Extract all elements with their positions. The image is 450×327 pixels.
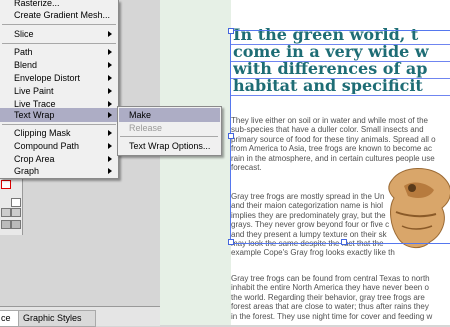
submenu-item-make[interactable]: Make (119, 108, 220, 122)
selection-bounding-box[interactable] (230, 30, 450, 244)
menu-item-envelope-distort[interactable]: Envelope Distort (0, 71, 118, 85)
menu-item-slice[interactable]: Slice (0, 27, 118, 41)
body-paragraph-3: Gray tree frogs can be found from centra… (231, 274, 450, 321)
menu-item-create-gradient-mesh[interactable]: Create Gradient Mesh... (0, 8, 118, 22)
menu-item-clipping-mask[interactable]: Clipping Mask (0, 126, 118, 140)
submenu-arrow-icon (108, 75, 112, 81)
text-line: in the forest. They use night time for c… (231, 311, 433, 321)
menu-item-blend[interactable]: Blend (0, 58, 118, 72)
menu-item-text-wrap[interactable]: Text Wrap (0, 108, 118, 122)
text-line: Gray tree frogs can be found from centra… (231, 274, 430, 283)
menu-item-graph[interactable]: Graph (0, 164, 118, 178)
bottom-palette: ce Graphic Styles (0, 306, 160, 327)
text-wrap-submenu: Make Release Text Wrap Options... (117, 106, 222, 156)
submenu-arrow-icon (108, 101, 112, 107)
object-menu: Rasterize... Create Gradient Mesh... Sli… (0, 0, 119, 179)
menu-separator (2, 124, 116, 125)
menu-separator (2, 24, 116, 25)
gradient-mode-icon[interactable] (11, 208, 21, 217)
selection-handle[interactable] (341, 239, 347, 245)
submenu-item-release: Release (129, 123, 163, 133)
color-mode-icon[interactable] (1, 208, 11, 217)
menu-item-compound-path[interactable]: Compound Path (0, 139, 118, 153)
submenu-arrow-icon (108, 143, 112, 149)
stroke-none-icon[interactable] (11, 198, 21, 207)
fill-swatch-icon[interactable] (1, 180, 11, 189)
screen-mode-alt-icon[interactable] (11, 220, 21, 229)
menu-separator (2, 43, 116, 44)
submenu-arrow-icon (108, 62, 112, 68)
menu-separator (120, 136, 218, 137)
selection-handle[interactable] (228, 133, 234, 139)
screen-mode-icon[interactable] (1, 220, 11, 229)
selection-handle[interactable] (228, 28, 234, 34)
selection-handle[interactable] (228, 239, 234, 245)
submenu-arrow-icon (108, 112, 112, 118)
menu-item-live-paint[interactable]: Live Paint (0, 84, 118, 98)
submenu-arrow-icon (108, 156, 112, 162)
tab-graphic-styles[interactable]: Graphic Styles (18, 310, 96, 327)
submenu-arrow-icon (108, 88, 112, 94)
submenu-arrow-icon (108, 31, 112, 37)
submenu-arrow-icon (108, 49, 112, 55)
text-line: the world. Regarding their behavior, gra… (231, 292, 425, 302)
submenu-arrow-icon (108, 168, 112, 174)
tab-appearance[interactable]: ce (0, 310, 20, 327)
text-line: forest areas that are close to water; th… (231, 302, 429, 312)
submenu-arrow-icon (108, 130, 112, 136)
text-line: inhabit the entire North America they ha… (231, 283, 429, 293)
submenu-item-text-wrap-options[interactable]: Text Wrap Options... (119, 139, 220, 153)
menu-item-path[interactable]: Path (0, 45, 118, 59)
